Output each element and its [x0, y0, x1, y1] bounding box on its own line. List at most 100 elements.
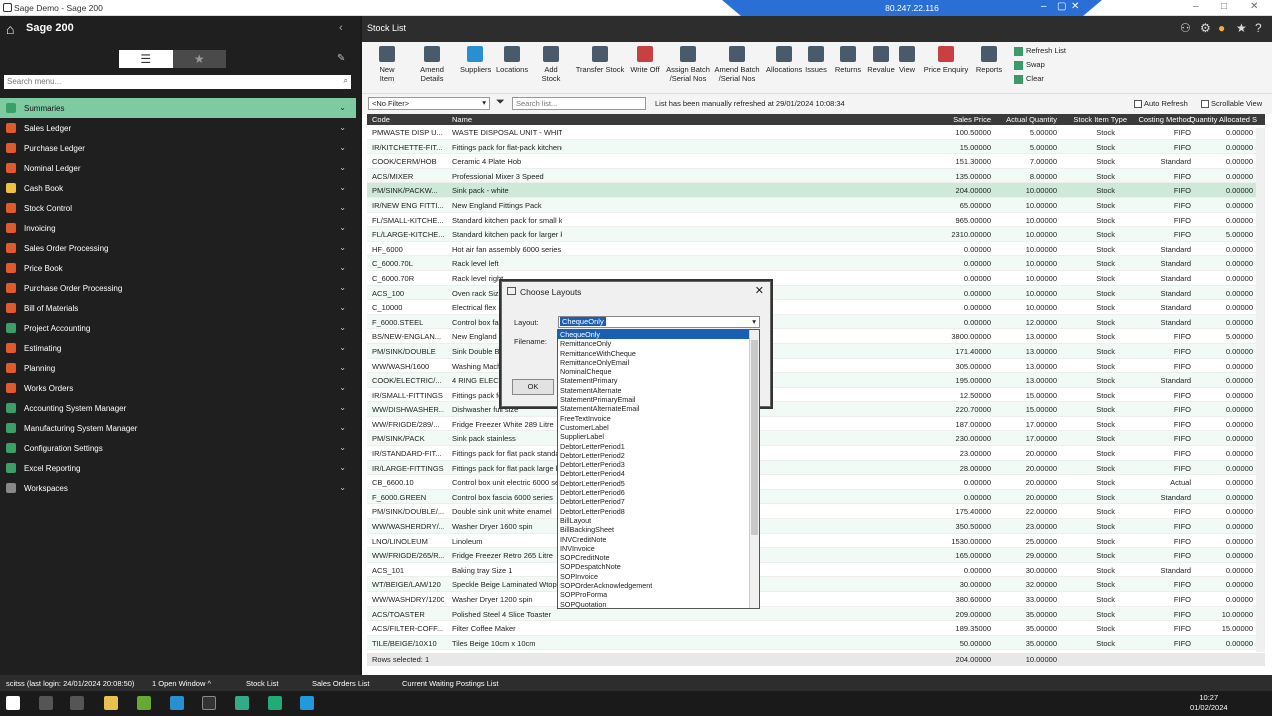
- refresh-list-button[interactable]: Refresh List: [1014, 46, 1066, 56]
- table-row[interactable]: WW/FRIGDE/289/... Fridge Freezer White 28…: [367, 417, 1265, 432]
- favourites-tab-icon[interactable]: ★: [172, 50, 226, 68]
- auto-refresh-checkbox[interactable]: Auto Refresh: [1134, 99, 1188, 109]
- sidebar-item[interactable]: Excel Reporting ⌄: [0, 458, 356, 478]
- sidebar-item[interactable]: Stock Control ⌄: [0, 198, 356, 218]
- layout-option[interactable]: DebtorLetterPeriod3: [558, 460, 759, 469]
- bulb-icon[interactable]: ●: [1218, 21, 1225, 35]
- chevron-down-icon[interactable]: ⌄: [339, 323, 346, 332]
- toolbar-button[interactable]: View: [897, 46, 917, 74]
- sidebar-item[interactable]: Configuration Settings ⌄: [0, 438, 356, 458]
- scrollable-view-checkbox[interactable]: Scrollable View: [1201, 99, 1262, 109]
- dialog-close-icon[interactable]: ✕: [755, 284, 764, 297]
- edge-icon[interactable]: [170, 696, 184, 710]
- layout-option[interactable]: FreeTextInvoice: [558, 414, 759, 423]
- table-row[interactable]: C_6000.70L Rack level left 0.00000 10.00000…: [367, 256, 1265, 271]
- col-code[interactable]: Code: [372, 115, 444, 124]
- collapse-icon[interactable]: ‹: [339, 22, 343, 34]
- table-row[interactable]: IR/LARGE-FITTINGS Fittings pack for flat …: [367, 460, 1265, 476]
- layout-option[interactable]: DebtorLetterPeriod5: [558, 479, 759, 488]
- toolbar-button[interactable]: Write Off: [630, 46, 660, 74]
- excel-icon[interactable]: [268, 696, 282, 710]
- start-icon[interactable]: [6, 696, 20, 710]
- layout-option[interactable]: DebtorLetterPeriod4: [558, 469, 759, 478]
- layout-option[interactable]: RemittanceOnly: [558, 339, 759, 348]
- layout-option[interactable]: DebtorLetterPeriod2: [558, 451, 759, 460]
- chevron-down-icon[interactable]: ⌄: [339, 283, 346, 292]
- table-row[interactable]: IR/STANDARD-FIT... Fittings pack for flat…: [367, 446, 1265, 461]
- layout-option[interactable]: DebtorLetterPeriod7: [558, 497, 759, 506]
- layout-option[interactable]: StatementPrimaryEmail: [558, 395, 759, 404]
- col-sales-price[interactable]: Sales Price: [897, 115, 991, 124]
- filter-select[interactable]: <No Filter> ▾: [368, 97, 490, 110]
- toolbar-button[interactable]: Transfer Stock: [574, 46, 626, 74]
- layout-option[interactable]: SOPOrderAcknowledgement: [558, 581, 759, 590]
- layout-option[interactable]: StatementAlternate: [558, 386, 759, 395]
- filter-icon[interactable]: ⏷: [496, 96, 505, 109]
- rdp-minimize-icon[interactable]: –: [1041, 1, 1047, 12]
- table-row[interactable]: LNO/LINOLEUM Linoleum 1530.00000 25.00000 St…: [367, 534, 1265, 549]
- col-quantity-allocated[interactable]: Quantity Allocated S: [1189, 115, 1257, 124]
- table-row[interactable]: IR/NEW ENG FITTI... New England Fittings …: [367, 197, 1265, 213]
- toolbar-button[interactable]: Issues: [804, 46, 828, 74]
- layout-option[interactable]: ChequeOnly: [558, 330, 759, 340]
- sidebar-item[interactable]: Invoicing ⌄: [0, 218, 356, 238]
- table-row[interactable]: TILE/BEIGE/10X10 Tiles Beige 10cm x 10cm 5…: [367, 635, 1265, 651]
- ie-icon[interactable]: [300, 696, 314, 710]
- col-costing-method[interactable]: Costing Method: [1131, 115, 1191, 124]
- toolbar-button[interactable]: Amend Details: [408, 46, 456, 83]
- sidebar-item[interactable]: Manufacturing System Manager ⌄: [0, 418, 356, 438]
- layout-option[interactable]: SOPInvoice: [558, 572, 759, 581]
- table-row[interactable]: FL/SMALL-KITCHE... Standard kitchen pack …: [367, 213, 1265, 228]
- table-row[interactable]: PM/SINK/PACK Sink pack stainless 230.00000…: [367, 431, 1265, 447]
- chevron-down-icon[interactable]: ⌄: [339, 423, 346, 432]
- help-icon[interactable]: ?: [1255, 21, 1262, 35]
- table-row[interactable]: FL/LARGE-KITCHE... Standard kitchen pack …: [367, 227, 1265, 242]
- layout-option[interactable]: DebtorLetterPeriod1: [558, 442, 759, 451]
- sidebar-item[interactable]: Sales Order Processing ⌄: [0, 238, 356, 258]
- sidebar-search-input[interactable]: Search menu... ⌕: [4, 75, 351, 89]
- toolbar-button[interactable]: Add Stock: [534, 46, 568, 83]
- chevron-down-icon[interactable]: ⌄: [339, 143, 346, 152]
- list-search-input[interactable]: Search list...: [512, 97, 646, 110]
- sidebar-item[interactable]: Price Book ⌄: [0, 258, 356, 278]
- toolbar-button[interactable]: New Item: [372, 46, 402, 83]
- toolbar-button[interactable]: Reports: [975, 46, 1003, 74]
- chevron-down-icon[interactable]: ⌄: [339, 123, 346, 132]
- grid-scrollbar[interactable]: [1256, 128, 1265, 652]
- layout-option[interactable]: SOPCreditNote: [558, 553, 759, 562]
- chevron-down-icon[interactable]: ⌄: [339, 403, 346, 412]
- table-row[interactable]: WT/BEIGE/LAM/120 Speckle Beige Laminated …: [367, 577, 1265, 592]
- col-name[interactable]: Name: [452, 115, 562, 124]
- table-row[interactable]: ACS/MIXER Professional Mixer 3 Speed 135.0…: [367, 168, 1265, 184]
- layout-option[interactable]: RemittanceOnlyEmail: [558, 358, 759, 367]
- sidebar-item[interactable]: Summaries ⌄: [0, 98, 356, 118]
- chevron-down-icon[interactable]: ⌄: [339, 203, 346, 212]
- sidebar-item[interactable]: Cash Book ⌄: [0, 178, 356, 198]
- chevron-down-icon[interactable]: ⌄: [339, 443, 346, 452]
- sidebar-item[interactable]: Nominal Ledger ⌄: [0, 158, 356, 178]
- home-icon[interactable]: ⌂: [6, 21, 14, 37]
- app1-icon[interactable]: [137, 696, 151, 710]
- maximize-icon[interactable]: □: [1221, 1, 1227, 12]
- layout-option[interactable]: INVCreditNote: [558, 535, 759, 544]
- minimize-icon[interactable]: –: [1193, 1, 1199, 12]
- ok-button[interactable]: OK: [512, 379, 554, 395]
- col-stock-item-type[interactable]: Stock Item Type: [1067, 115, 1127, 124]
- table-row[interactable]: COOK/CERM/HOB Ceramic 4 Plate Hob 151.3000…: [367, 154, 1265, 169]
- toolbar-button[interactable]: Amend Batch /Serial Nos: [714, 46, 760, 83]
- table-row[interactable]: PMWASTE DISP U... WASTE DISPOSAL UNIT - W…: [367, 125, 1265, 140]
- table-row[interactable]: WW/WASHERDRY/... Washer Dryer 1600 spin 35…: [367, 519, 1265, 534]
- status-tab-sales-orders[interactable]: Sales Orders List: [312, 679, 370, 688]
- table-row[interactable]: WW/WASHDRY/1200 Washer Dryer 1200 spin 380…: [367, 592, 1265, 607]
- chevron-down-icon[interactable]: ⌄: [339, 483, 346, 492]
- layout-option[interactable]: BillBackingSheet: [558, 525, 759, 534]
- chevron-down-icon[interactable]: ⌄: [339, 383, 346, 392]
- sidebar-item[interactable]: Purchase Ledger ⌄: [0, 138, 356, 158]
- layout-option[interactable]: BillLayout: [558, 516, 759, 525]
- pin-icon[interactable]: ✎: [337, 53, 345, 64]
- layout-option[interactable]: DebtorLetterPeriod6: [558, 488, 759, 497]
- chevron-down-icon[interactable]: ⌄: [339, 183, 346, 192]
- sidebar-item[interactable]: Planning ⌄: [0, 358, 356, 378]
- rdp-app-icon[interactable]: [202, 696, 216, 710]
- chevron-down-icon[interactable]: ⌄: [339, 363, 346, 372]
